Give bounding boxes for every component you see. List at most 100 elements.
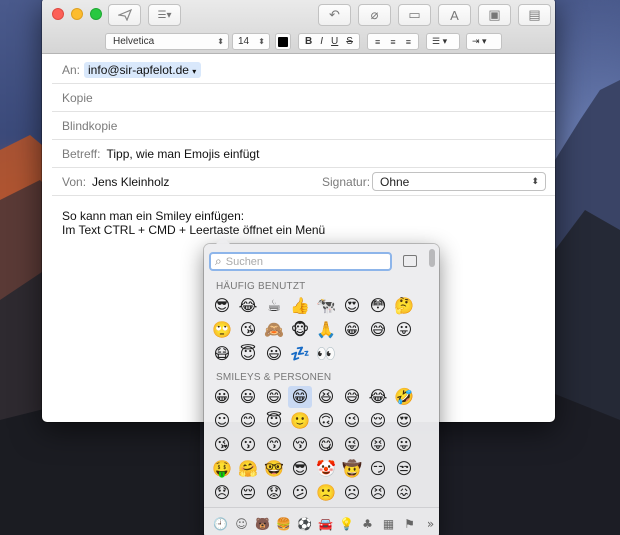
emoji-smileys-8[interactable]: ☺ <box>210 410 234 432</box>
emoji-smileys-14[interactable]: 😌 <box>366 410 390 432</box>
emoji-frequent-4[interactable]: 🐄 <box>314 295 338 317</box>
emoji-frequent-11[interactable]: 🐵 <box>288 319 312 341</box>
fonts-button[interactable]: A <box>438 4 471 26</box>
message-body[interactable]: So kann man ein Smiley einfügen: Im Text… <box>62 209 325 237</box>
emoji-frequent-2[interactable]: ☕ <box>262 295 286 317</box>
recent-icon[interactable]: 🕘 <box>213 516 228 531</box>
emoji-smileys-24[interactable]: 🤑 <box>210 458 234 480</box>
subject-row[interactable]: Betreff: Tipp, wie man Emojis einfügt <box>52 140 555 168</box>
symbols-icon[interactable]: ♣ <box>360 516 375 531</box>
font-select[interactable]: Helvetica ⬍ <box>105 33 229 50</box>
emoji-smileys-35[interactable]: 😕 <box>288 482 312 504</box>
emoji-smileys-2[interactable]: 😄 <box>262 386 286 408</box>
emoji-frequent-3[interactable]: 👍 <box>288 295 312 317</box>
align-center-icon[interactable]: ≡ <box>390 37 395 47</box>
emoji-smileys-15[interactable]: 😍 <box>392 410 416 432</box>
emoji-smileys-19[interactable]: 😚 <box>288 434 312 456</box>
emoji-frequent-10[interactable]: 🙈 <box>262 319 286 341</box>
emoji-frequent-8[interactable]: 🙄 <box>210 319 234 341</box>
align-right-icon[interactable]: ≡ <box>406 37 411 47</box>
flag-icon[interactable]: ⚑ <box>402 516 417 531</box>
header-fields-button[interactable]: ☰▾ <box>148 4 181 26</box>
emoji-smileys-38[interactable]: 😣 <box>366 482 390 504</box>
emoji-smileys-4[interactable]: 😆 <box>314 386 338 408</box>
emoji-smileys-33[interactable]: 😔 <box>236 482 260 504</box>
emoji-frequent-19[interactable]: 💤 <box>288 343 312 365</box>
emoji-smileys-29[interactable]: 🤠 <box>340 458 364 480</box>
emoji-frequent-7[interactable]: 🤔 <box>392 295 416 317</box>
photo-browser-button[interactable]: ▣ <box>478 4 511 26</box>
emoji-smileys-28[interactable]: 🤡 <box>314 458 338 480</box>
emoji-frequent-6[interactable]: 😳 <box>366 295 390 317</box>
recipient-token[interactable]: info@sir-apfelot.de ▾ <box>84 61 202 78</box>
emoji-smileys-21[interactable]: 😜 <box>340 434 364 456</box>
zoom-button[interactable] <box>90 8 102 20</box>
scrollbar[interactable] <box>429 249 435 267</box>
emoji-frequent-18[interactable]: 😃 <box>262 343 286 365</box>
emoji-smileys-36[interactable]: 🙁 <box>314 482 338 504</box>
smiley-icon[interactable]: ☺ <box>234 516 249 531</box>
emoji-smileys-1[interactable]: 😃 <box>236 386 260 408</box>
text-color-button[interactable] <box>275 33 291 50</box>
emoji-smileys-11[interactable]: 🙂 <box>288 410 312 432</box>
emoji-smileys-18[interactable]: 😙 <box>262 434 286 456</box>
align-left-icon[interactable]: ≡ <box>375 37 380 47</box>
emoji-frequent-13[interactable]: 😁 <box>340 319 364 341</box>
emoji-frequent-16[interactable]: 😷 <box>210 343 234 365</box>
emoji-frequent-14[interactable]: 😅 <box>366 319 390 341</box>
emoji-frequent-15[interactable]: 😛 <box>392 319 416 341</box>
format-button[interactable]: ▤ <box>518 4 551 26</box>
send-button[interactable] <box>108 4 141 26</box>
emoji-smileys-5[interactable]: 😅 <box>340 386 364 408</box>
undo-button[interactable]: ↶ <box>318 4 351 26</box>
emoji-smileys-13[interactable]: 😉 <box>340 410 364 432</box>
italic-button[interactable]: I <box>320 36 323 47</box>
markup-button[interactable]: ▭ <box>398 4 431 26</box>
travel-icon[interactable]: 🚘 <box>318 516 333 531</box>
bold-button[interactable]: B <box>305 36 312 47</box>
emoji-smileys-9[interactable]: 😊 <box>236 410 260 432</box>
food-icon[interactable]: 🍔 <box>276 516 291 531</box>
emoji-search-input[interactable]: ⌕ Suchen <box>209 252 392 271</box>
emoji-frequent-0[interactable]: 😎 <box>210 295 234 317</box>
emoji-frequent-9[interactable]: 😘 <box>236 319 260 341</box>
emoji-smileys-30[interactable]: 😏 <box>366 458 390 480</box>
emoji-smileys-22[interactable]: 😝 <box>366 434 390 456</box>
more-icon[interactable]: » <box>423 516 438 531</box>
underline-button[interactable]: U <box>331 36 338 47</box>
close-button[interactable] <box>52 8 64 20</box>
emoji-smileys-3[interactable]: 😁 <box>288 386 312 408</box>
emoji-frequent-20[interactable]: 👀 <box>314 343 338 365</box>
emoji-smileys-31[interactable]: 😒 <box>392 458 416 480</box>
emoji-smileys-27[interactable]: 😎 <box>288 458 312 480</box>
animal-icon[interactable]: 🐻 <box>255 516 270 531</box>
cc-row[interactable]: Kopie <box>52 84 555 112</box>
flags-grid-icon[interactable]: ▦ <box>381 516 396 531</box>
emoji-frequent-12[interactable]: 🙏 <box>314 319 338 341</box>
emoji-smileys-6[interactable]: 😂 <box>366 386 390 408</box>
font-size-select[interactable]: 14 ⬍ <box>232 33 270 50</box>
emoji-smileys-26[interactable]: 🤓 <box>262 458 286 480</box>
signature-select[interactable]: Ohne ⬍ <box>372 172 546 191</box>
emoji-frequent-5[interactable]: 😍 <box>340 295 364 317</box>
emoji-smileys-20[interactable]: 😋 <box>314 434 338 456</box>
emoji-smileys-10[interactable]: 😇 <box>262 410 286 432</box>
emoji-smileys-34[interactable]: 😟 <box>262 482 286 504</box>
bcc-row[interactable]: Blindkopie <box>52 112 555 140</box>
character-viewer-icon[interactable] <box>403 255 417 267</box>
sports-icon[interactable]: ⚽ <box>297 516 312 531</box>
attach-button[interactable]: ⌀ <box>358 4 391 26</box>
emoji-smileys-16[interactable]: 😘 <box>210 434 234 456</box>
emoji-smileys-39[interactable]: 😖 <box>392 482 416 504</box>
list-style-button[interactable]: ☰ ▾ <box>426 33 460 50</box>
subject-field[interactable]: Tipp, wie man Emojis einfügt <box>106 147 259 161</box>
emoji-frequent-1[interactable]: 😂 <box>236 295 260 317</box>
strikethrough-button[interactable]: S <box>346 36 353 47</box>
indent-button[interactable]: ⇥ ▾ <box>466 33 502 50</box>
emoji-smileys-12[interactable]: 🙃 <box>314 410 338 432</box>
minimize-button[interactable] <box>71 8 83 20</box>
emoji-smileys-0[interactable]: 😀 <box>210 386 234 408</box>
emoji-smileys-25[interactable]: 🤗 <box>236 458 260 480</box>
emoji-smileys-37[interactable]: ☹ <box>340 482 364 504</box>
objects-icon[interactable]: 💡 <box>339 516 354 531</box>
